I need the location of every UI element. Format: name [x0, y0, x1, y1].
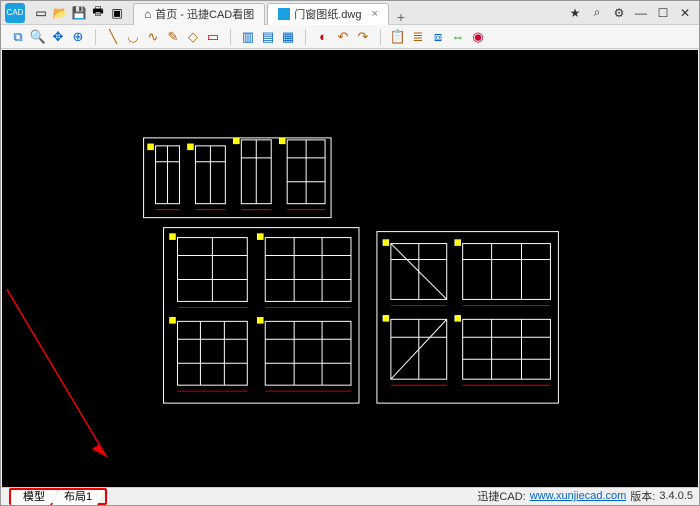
tab-label: 首页 - 迅捷CAD看图 [155, 6, 254, 22]
titlebar: CAD ▭ 📂 💾 🖶 ▣ ⌂ 首页 - 迅捷CAD看图 门窗图纸.dwg × … [1, 1, 699, 25]
rect-a-icon[interactable]: ▥ [239, 28, 257, 46]
settings-icon[interactable]: ⚙ [611, 5, 627, 21]
palette-icon[interactable]: ◉ [469, 28, 487, 46]
close-button[interactable]: ✕ [677, 5, 693, 21]
tab-home[interactable]: ⌂ 首页 - 迅捷CAD看图 [133, 3, 265, 25]
line-icon[interactable]: ╲ [104, 28, 122, 46]
polyline-icon[interactable]: ∿ [144, 28, 162, 46]
arc-icon[interactable]: ◡ [124, 28, 142, 46]
zoom-window-icon[interactable]: ⧉ [9, 28, 27, 46]
app-window: CAD ▭ 📂 💾 🖶 ▣ ⌂ 首页 - 迅捷CAD看图 门窗图纸.dwg × … [0, 0, 700, 506]
toolbar-group-misc: 📋 ≣ ⧈ ⇔ ◉ [385, 28, 491, 46]
app-logo: CAD [1, 1, 29, 25]
print-icon[interactable]: 🖶 [90, 5, 106, 21]
dim-icon[interactable]: ⇔ [449, 28, 467, 46]
rect-c-icon[interactable]: ▦ [279, 28, 297, 46]
version-value: 3.4.0.5 [659, 490, 693, 502]
save-icon[interactable]: 💾 [71, 5, 87, 21]
brand-label: 迅捷CAD: [477, 488, 525, 504]
zoom-realtime-icon[interactable]: ⊕ [69, 28, 87, 46]
tab-label: 门窗图纸.dwg [294, 6, 361, 22]
clipboard-icon[interactable]: 📋 [389, 28, 407, 46]
open-icon[interactable]: 📂 [52, 5, 68, 21]
toolbar-separator [230, 29, 231, 45]
file-icon [278, 8, 290, 20]
statusbar: 模型 布局1 迅捷CAD: www.xunjiecad.com 版本: 3.4.… [1, 487, 699, 505]
quick-access-toolbar: ▭ 📂 💾 🖶 ▣ [29, 5, 129, 21]
bookmark-icon[interactable]: ★ [567, 5, 583, 21]
undo-icon[interactable]: ↶ [334, 28, 352, 46]
window-controls: ★ ⌕ ⚙ — ☐ ✕ [561, 5, 699, 21]
status-text: 迅捷CAD: www.xunjiecad.com 版本: 3.4.0.5 [471, 488, 699, 504]
rect-b-icon[interactable]: ▤ [259, 28, 277, 46]
document-tabs: ⌂ 首页 - 迅捷CAD看图 门窗图纸.dwg × + [133, 1, 561, 25]
highlight-icon[interactable]: ◐ [314, 28, 332, 46]
pencil-icon[interactable]: ✎ [164, 28, 182, 46]
tab-layout1[interactable]: 布局1 [52, 490, 105, 505]
toolbar-group-box: ▥ ▤ ▦ [235, 28, 301, 46]
home-icon: ⌂ [144, 7, 151, 21]
toolbar-separator [95, 29, 96, 45]
zoom-icon[interactable]: ⌕ [589, 5, 605, 21]
toolbar-group-edit: ◐ ↶ ↷ [310, 28, 376, 46]
toolbar-separator [305, 29, 306, 45]
toolbar-group-draw: ╲ ◡ ∿ ✎ ◇ ▭ [100, 28, 226, 46]
export-icon[interactable]: ▣ [109, 5, 125, 21]
toolbar-separator [380, 29, 381, 45]
close-tab-icon[interactable]: × [372, 8, 378, 20]
version-label: 版本: [630, 488, 655, 504]
add-tab-button[interactable]: + [391, 9, 411, 25]
maximize-button[interactable]: ☐ [655, 5, 671, 21]
layout-tabs: 模型 布局1 [9, 488, 107, 505]
cube-icon[interactable]: ⧈ [429, 28, 447, 46]
new-icon[interactable]: ▭ [33, 5, 49, 21]
layers-icon[interactable]: ≣ [409, 28, 427, 46]
drawing-canvas[interactable] [2, 50, 698, 487]
zoom-extents-icon[interactable]: 🔍 [29, 28, 47, 46]
redo-icon[interactable]: ↷ [354, 28, 372, 46]
pan-icon[interactable]: ✥ [49, 28, 67, 46]
minimize-button[interactable]: — [633, 5, 649, 21]
brand-link[interactable]: www.xunjiecad.com [530, 490, 627, 502]
toolbar-group-nav: ⧉ 🔍 ✥ ⊕ [5, 28, 91, 46]
tab-model[interactable]: 模型 [11, 490, 58, 505]
tab-file[interactable]: 门窗图纸.dwg × [267, 3, 389, 25]
main-toolbar: ⧉ 🔍 ✥ ⊕ ╲ ◡ ∿ ✎ ◇ ▭ ▥ ▤ ▦ ◐ ↶ ↷ 📋 ≣ [1, 25, 699, 49]
erase-icon[interactable]: ◇ [184, 28, 202, 46]
color-icon[interactable]: ▭ [204, 28, 222, 46]
